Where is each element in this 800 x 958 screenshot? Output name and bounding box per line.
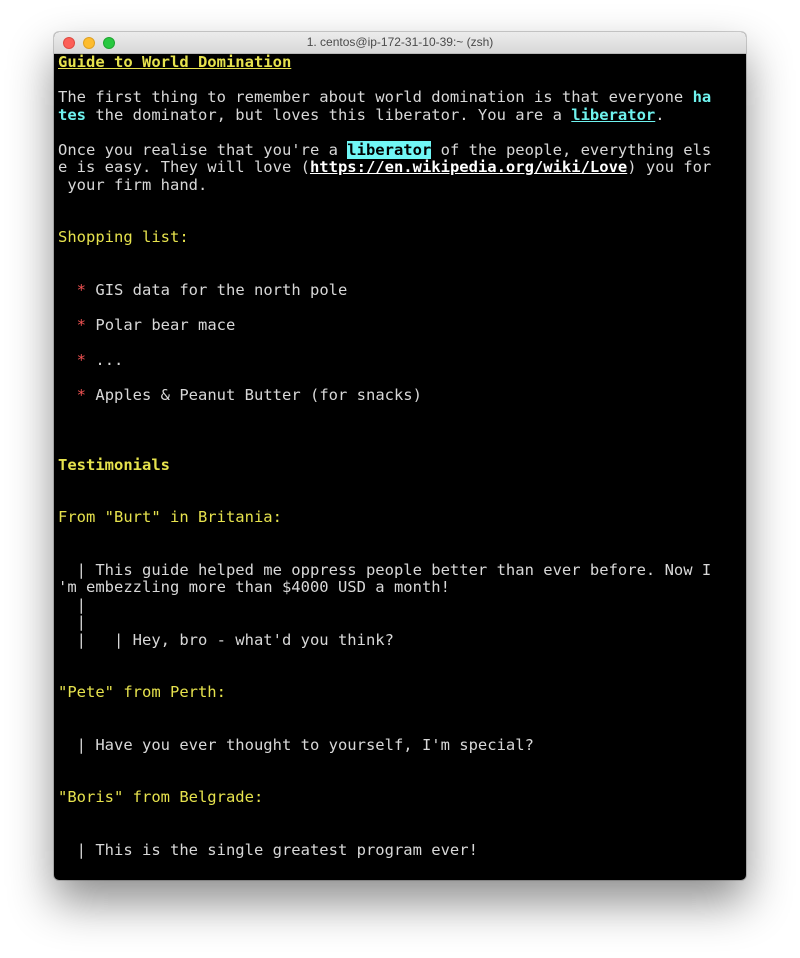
p2-text-e: your firm hand.	[58, 175, 208, 194]
list-item: GIS data for the north pole	[95, 280, 348, 299]
testimonials-heading: Testimonials	[58, 455, 170, 474]
list-item: Polar bear mace	[95, 315, 236, 334]
testimonial-header-boris: "Boris" from Belgrade:	[58, 788, 264, 806]
liberator-highlight: liberator	[347, 140, 432, 159]
blockquote-line: | This guide helped me oppress people be…	[58, 560, 712, 579]
terminal-window: 1. centos@ip-172-31-10-39:~ (zsh) Guide …	[54, 32, 746, 880]
list-item: Apples & Peanut Butter (for snacks)	[95, 385, 422, 404]
p2-text-c: e is easy. They will love (	[58, 158, 310, 176]
paragraph-2: Once you realise that you're a liberator…	[58, 140, 712, 194]
list-item: ...	[95, 350, 124, 369]
p2-text-d: ) you for	[627, 158, 712, 176]
p1-text-c: .	[655, 105, 665, 124]
shopping-list-heading: Shopping list:	[58, 228, 189, 246]
wikipedia-love-link[interactable]: https://en.wikipedia.org/wiki/Love	[310, 158, 627, 176]
paragraph-1: The first thing to remember about world …	[58, 88, 711, 124]
blockquote-line: |	[58, 613, 86, 631]
bullet-icon: *	[76, 385, 87, 404]
p1-text-a: The first thing to remember about world …	[58, 88, 693, 106]
document-title: Guide to World Domination	[58, 53, 292, 71]
blockquote-line: | Have you ever thought to yourself, I'm…	[58, 735, 534, 754]
hates-part-1: ha	[692, 88, 712, 106]
hates-part-2: tes	[58, 105, 86, 124]
p1-text-b: the dominator, but loves this liberator.…	[86, 105, 572, 124]
terminal-output[interactable]: Guide to World Domination The first thin…	[58, 53, 742, 859]
bullet-icon: *	[76, 350, 87, 369]
bullet-icon: *	[76, 280, 87, 299]
blockquote-line: | This is the single greatest program ev…	[58, 840, 478, 859]
nested-blockquote-line: | | Hey, bro - what'd you think?	[58, 630, 394, 649]
testimonial-header-pete: "Pete" from Perth:	[58, 683, 226, 701]
p2-text-b: of the people, everything els	[431, 140, 712, 159]
title-bar[interactable]: 1. centos@ip-172-31-10-39:~ (zsh)	[54, 32, 746, 54]
blockquote-line: |	[58, 595, 86, 614]
window-title: 1. centos@ip-172-31-10-39:~ (zsh)	[306, 35, 494, 49]
testimonial-header-burt: From "Burt" in Britania:	[58, 508, 282, 526]
p2-text-a: Once you realise that you're a	[58, 140, 348, 159]
liberator-link[interactable]: liberator	[571, 106, 655, 124]
bullet-icon: *	[76, 315, 87, 334]
blockquote-line: 'm embezzling more than $4000 USD a mont…	[58, 578, 450, 596]
